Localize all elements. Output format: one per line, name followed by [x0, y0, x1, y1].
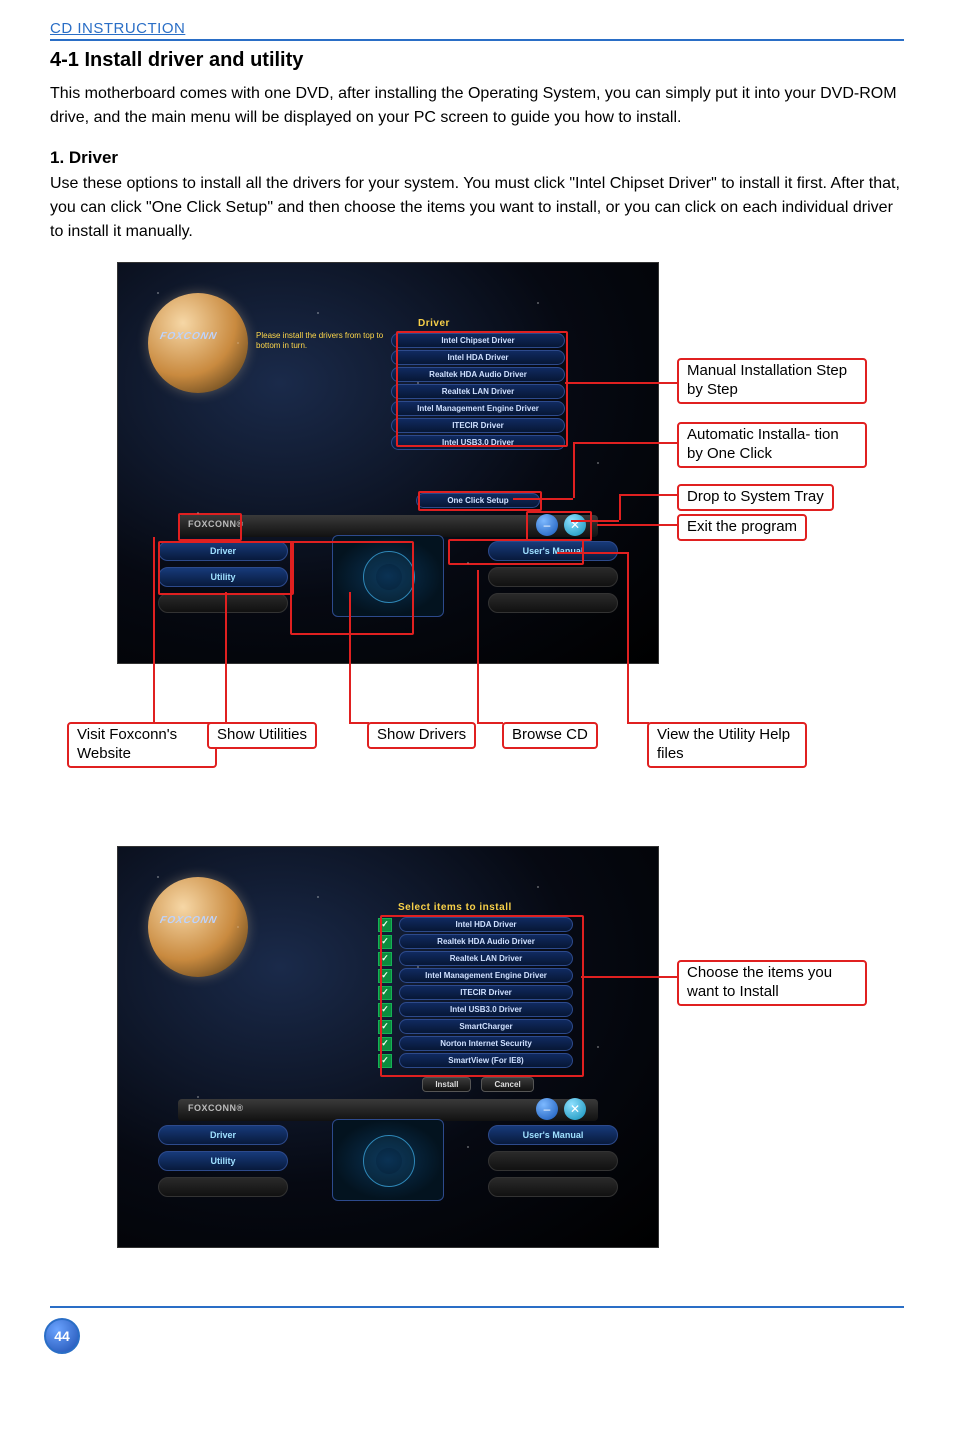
- check-icon[interactable]: ✓: [378, 969, 392, 983]
- nav-manual-button[interactable]: User's Manual: [488, 1125, 618, 1145]
- bottom-bar: [178, 515, 598, 537]
- nav-empty-slot: [488, 567, 618, 587]
- install-button[interactable]: Install: [422, 1077, 471, 1092]
- check-icon[interactable]: ✓: [378, 1020, 392, 1034]
- install-item[interactable]: SmartCharger: [399, 1019, 573, 1034]
- installer-screenshot-select: FOXCONN Select items to install ✓ Intel H…: [117, 846, 659, 1248]
- driver-item[interactable]: Realtek HDA Audio Driver: [391, 367, 565, 382]
- driver-item[interactable]: Intel Chipset Driver: [391, 333, 565, 348]
- close-icon[interactable]: ✕: [564, 514, 586, 536]
- foxconn-logo[interactable]: FOXCONN: [159, 331, 218, 342]
- nav-utility-button[interactable]: Utility: [158, 567, 288, 587]
- install-item[interactable]: Realtek HDA Audio Driver: [399, 934, 573, 949]
- page-number: 44: [44, 1318, 80, 1354]
- minimize-icon[interactable]: –: [536, 1098, 558, 1120]
- callout-choose-items: Choose the items you want to Install: [677, 960, 867, 1006]
- check-icon[interactable]: ✓: [378, 935, 392, 949]
- callout-show-utilities: Show Utilities: [207, 722, 317, 749]
- close-icon[interactable]: ✕: [564, 1098, 586, 1120]
- nav-empty-slot: [488, 593, 618, 613]
- planet-graphic: [148, 293, 248, 393]
- driver-item[interactable]: ITECIR Driver: [391, 418, 565, 433]
- panel-title-driver: Driver: [418, 318, 450, 329]
- check-icon[interactable]: ✓: [378, 1003, 392, 1017]
- nav-empty-slot: [158, 593, 288, 613]
- page-title: 4-1 Install driver and utility: [50, 49, 904, 72]
- brand-label: FOXCONN®: [188, 1103, 244, 1113]
- bottom-bar: [178, 1099, 598, 1121]
- cockpit-panel: Driver Utility User's Manual: [158, 541, 618, 631]
- driver-item[interactable]: Intel Management Engine Driver: [391, 401, 565, 416]
- install-item[interactable]: SmartView (For IE8): [399, 1053, 573, 1068]
- check-icon[interactable]: ✓: [378, 1037, 392, 1051]
- check-icon[interactable]: ✓: [378, 918, 392, 932]
- callout-browse-cd: Browse CD: [502, 722, 598, 749]
- callout-auto: Automatic Installa- tion by One Click: [677, 422, 867, 468]
- nav-driver-button[interactable]: Driver: [158, 541, 288, 561]
- cancel-button[interactable]: Cancel: [481, 1077, 533, 1092]
- nav-empty-slot: [488, 1151, 618, 1171]
- callout-help: View the Utility Help files: [647, 722, 807, 768]
- foxconn-logo[interactable]: FOXCONN: [159, 915, 218, 926]
- callout-manual-step: Manual Installation Step by Step: [677, 358, 867, 404]
- installer-screenshot-driver: FOXCONN Please install the drivers from …: [117, 262, 659, 664]
- driver-item[interactable]: Intel USB3.0 Driver: [391, 435, 565, 450]
- check-icon[interactable]: ✓: [378, 1054, 392, 1068]
- panel-title-select: Select items to install: [398, 902, 512, 913]
- planet-graphic: [148, 877, 248, 977]
- section-link[interactable]: CD INSTRUCTION: [50, 20, 185, 37]
- brand-label: FOXCONN®: [188, 519, 244, 529]
- install-item[interactable]: ITECIR Driver: [399, 985, 573, 1000]
- driver-item[interactable]: Intel HDA Driver: [391, 350, 565, 365]
- nav-empty-slot: [488, 1177, 618, 1197]
- section-header: CD INSTRUCTION: [50, 20, 904, 41]
- nav-manual-button[interactable]: User's Manual: [488, 541, 618, 561]
- nav-utility-button[interactable]: Utility: [158, 1151, 288, 1171]
- one-click-setup-button[interactable]: One Click Setup: [416, 493, 540, 508]
- radar-graphic[interactable]: [332, 1119, 444, 1201]
- check-icon[interactable]: ✓: [378, 986, 392, 1000]
- driver-paragraph: Use these options to install all the dri…: [50, 172, 904, 244]
- driver-list: Intel Chipset Driver Intel HDA Driver Re…: [378, 333, 578, 450]
- callout-exit: Exit the program: [677, 514, 807, 541]
- callout-tray: Drop to System Tray: [677, 484, 834, 511]
- driver-item[interactable]: Realtek LAN Driver: [391, 384, 565, 399]
- install-item[interactable]: Intel Management Engine Driver: [399, 968, 573, 983]
- cockpit-panel: Driver Utility User's Manual: [158, 1125, 618, 1215]
- install-item[interactable]: Intel HDA Driver: [399, 917, 573, 932]
- install-item[interactable]: Realtek LAN Driver: [399, 951, 573, 966]
- install-item[interactable]: Intel USB3.0 Driver: [399, 1002, 573, 1017]
- driver-heading: 1. Driver: [50, 148, 904, 168]
- minimize-icon[interactable]: –: [536, 514, 558, 536]
- nav-driver-button[interactable]: Driver: [158, 1125, 288, 1145]
- footer-rule: [50, 1306, 904, 1308]
- install-item[interactable]: Norton Internet Security: [399, 1036, 573, 1051]
- nav-empty-slot: [158, 1177, 288, 1197]
- callout-show-drivers: Show Drivers: [367, 722, 476, 749]
- install-item-list: ✓ Intel HDA Driver ✓ Realtek HDA Audio Dri…: [378, 917, 578, 1068]
- callout-visit-website: Visit Foxconn's Website: [67, 722, 217, 768]
- check-icon[interactable]: ✓: [378, 952, 392, 966]
- intro-paragraph: This motherboard comes with one DVD, aft…: [50, 82, 904, 130]
- help-text: Please install the drivers from top to b…: [256, 331, 406, 352]
